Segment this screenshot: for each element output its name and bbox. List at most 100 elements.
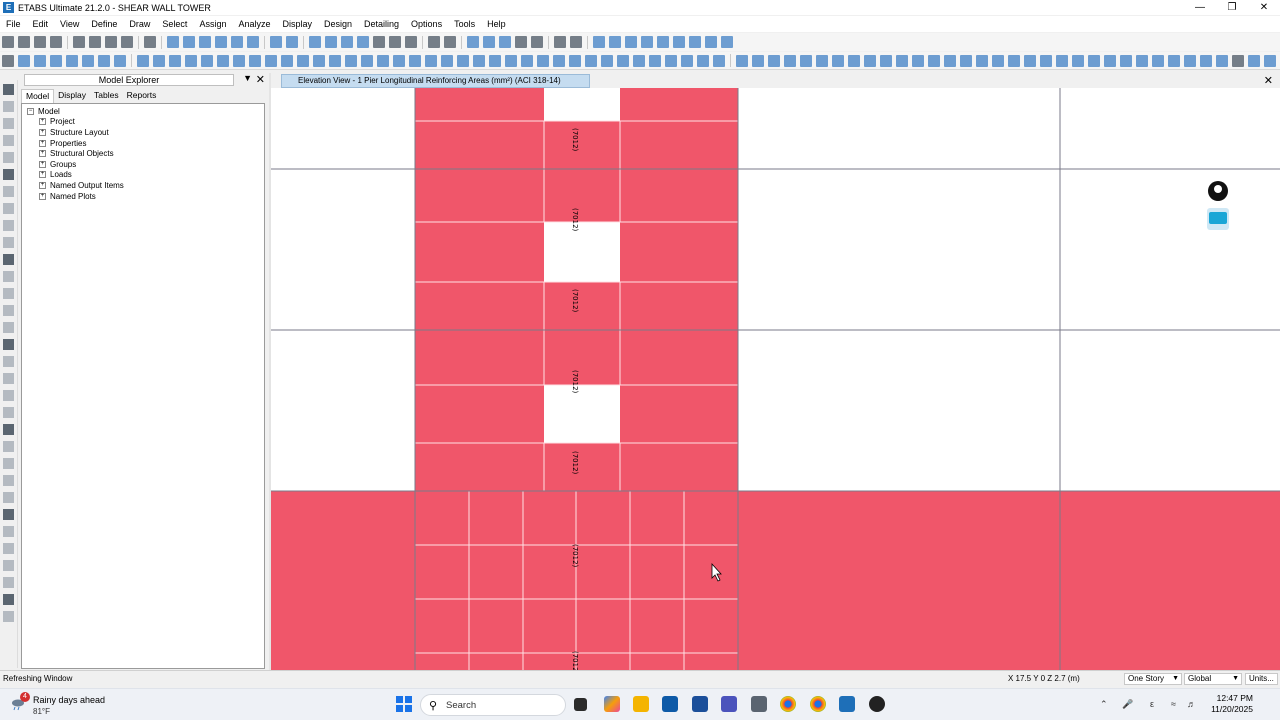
toolbar-tool-icon[interactable] xyxy=(601,54,613,67)
expand-icon[interactable]: + xyxy=(39,171,46,179)
taskbar-search[interactable]: ⚲ Search xyxy=(420,694,566,716)
draw-tool-icon[interactable] xyxy=(3,475,14,486)
toolbar-tool-icon[interactable] xyxy=(18,36,30,48)
toolbar-tool-icon[interactable] xyxy=(297,54,309,67)
toolbar-tool-icon[interactable] xyxy=(593,36,605,48)
draw-tool-icon[interactable] xyxy=(3,492,14,503)
units-button[interactable]: Units... xyxy=(1245,673,1278,685)
toolbar-tool-icon[interactable] xyxy=(736,54,748,67)
menu-tools[interactable]: Tools xyxy=(448,19,481,29)
draw-tool-icon[interactable] xyxy=(3,135,14,146)
toolbar-tool-icon[interactable] xyxy=(217,54,229,67)
story-dropdown[interactable]: One Story ▼ xyxy=(1124,673,1182,685)
toolbar-tool-icon[interactable] xyxy=(1216,54,1228,67)
toolbar-tool-icon[interactable] xyxy=(1184,54,1196,67)
toolbar-tool-icon[interactable] xyxy=(441,54,453,67)
toolbar-tool-icon[interactable] xyxy=(313,54,325,67)
toolbar-tool-icon[interactable] xyxy=(570,36,582,48)
elevation-view-tab[interactable]: Elevation View - 1 Pier Longitudinal Rei… xyxy=(281,74,590,88)
toolbar-tool-icon[interactable] xyxy=(144,36,156,48)
draw-tool-icon[interactable] xyxy=(3,458,14,469)
toolbar-tool-icon[interactable] xyxy=(649,54,661,67)
teams-icon[interactable] xyxy=(721,696,737,712)
menu-file[interactable]: File xyxy=(0,19,27,29)
restore-button[interactable]: ❐ xyxy=(1216,0,1248,15)
chevron-up-icon[interactable]: ⌃ xyxy=(1100,699,1108,710)
toolbar-tool-icon[interactable] xyxy=(233,54,245,67)
tab-tables[interactable]: Tables xyxy=(90,89,123,103)
toolbar-tool-icon[interactable] xyxy=(444,36,456,48)
menu-display[interactable]: Display xyxy=(276,19,318,29)
toolbar-tool-icon[interactable] xyxy=(800,54,812,67)
toolbar-tool-icon[interactable] xyxy=(1008,54,1020,67)
tree-item-properties[interactable]: + Properties xyxy=(22,138,264,149)
toolbar-tool-icon[interactable] xyxy=(183,36,195,48)
draw-tool-icon[interactable] xyxy=(3,220,14,231)
wifi-icon[interactable]: ≈ xyxy=(1171,699,1176,709)
toolbar-tool-icon[interactable] xyxy=(345,54,357,67)
menu-options[interactable]: Options xyxy=(405,19,448,29)
toolbar-tool-icon[interactable] xyxy=(499,36,511,48)
toolbar-tool-icon[interactable] xyxy=(73,36,85,48)
draw-tool-icon[interactable] xyxy=(3,118,14,129)
snipping-tool-icon[interactable] xyxy=(692,696,708,712)
toolbar-tool-icon[interactable] xyxy=(554,36,566,48)
task-view-icon[interactable] xyxy=(574,698,587,711)
toolbar-tool-icon[interactable] xyxy=(425,54,437,67)
toolbar-tool-icon[interactable] xyxy=(1200,54,1212,67)
toolbar-tool-icon[interactable] xyxy=(992,54,1004,67)
toolbar-tool-icon[interactable] xyxy=(393,54,405,67)
toolbar-tool-icon[interactable] xyxy=(768,54,780,67)
menu-draw[interactable]: Draw xyxy=(123,19,156,29)
toolbar-tool-icon[interactable] xyxy=(98,54,110,67)
toolbar-tool-icon[interactable] xyxy=(553,54,565,67)
tree-item-groups[interactable]: + Groups xyxy=(22,159,264,170)
toolbar-tool-icon[interactable] xyxy=(1248,54,1260,67)
close-view-icon[interactable]: ✕ xyxy=(1264,74,1273,87)
toolbar-tool-icon[interactable] xyxy=(405,36,417,48)
draw-tool-icon[interactable] xyxy=(3,322,14,333)
toolbar-tool-icon[interactable] xyxy=(377,54,389,67)
draw-tool-icon[interactable] xyxy=(3,288,14,299)
expand-icon[interactable]: + xyxy=(39,150,46,158)
toolbar-tool-icon[interactable] xyxy=(66,54,78,67)
toolbar-tool-icon[interactable] xyxy=(657,36,669,48)
toolbar-tool-icon[interactable] xyxy=(247,36,259,48)
tab-display[interactable]: Display xyxy=(54,89,90,103)
expand-icon[interactable]: + xyxy=(39,139,46,147)
toolbar-tool-icon[interactable] xyxy=(1024,54,1036,67)
toolbar-tool-icon[interactable] xyxy=(473,54,485,67)
file-explorer-icon[interactable] xyxy=(633,696,649,712)
toolbar-tool-icon[interactable] xyxy=(928,54,940,67)
menu-edit[interactable]: Edit xyxy=(27,19,55,29)
chrome-icon[interactable] xyxy=(780,696,796,712)
toolbar-tool-icon[interactable] xyxy=(169,54,181,67)
toolbar-tool-icon[interactable] xyxy=(167,36,179,48)
toolbar-tool-icon[interactable] xyxy=(2,36,14,48)
draw-tool-icon[interactable] xyxy=(3,84,14,95)
toolbar-tool-icon[interactable] xyxy=(153,54,165,67)
toolbar-tool-icon[interactable] xyxy=(199,36,211,48)
volume-icon[interactable]: ♬ xyxy=(1187,699,1196,709)
toolbar-tool-icon[interactable] xyxy=(409,54,421,67)
toolbar-tool-icon[interactable] xyxy=(689,36,701,48)
draw-tool-icon[interactable] xyxy=(3,611,14,622)
menu-select[interactable]: Select xyxy=(156,19,193,29)
tree-item-named-plots[interactable]: + Named Plots xyxy=(22,191,264,202)
toolbar-tool-icon[interactable] xyxy=(483,36,495,48)
tree-item-structure-layout[interactable]: + Structure Layout xyxy=(22,127,264,138)
chrome-profile-icon[interactable] xyxy=(810,696,826,712)
toolbar-tool-icon[interactable] xyxy=(428,36,440,48)
toolbar-tool-icon[interactable] xyxy=(114,54,126,67)
toolbar-tool-icon[interactable] xyxy=(325,36,337,48)
toolbar-tool-icon[interactable] xyxy=(569,54,581,67)
menu-assign[interactable]: Assign xyxy=(193,19,232,29)
draw-tool-icon[interactable] xyxy=(3,101,14,112)
menu-design[interactable]: Design xyxy=(318,19,358,29)
toolbar-tool-icon[interactable] xyxy=(896,54,908,67)
toolbar-tool-icon[interactable] xyxy=(705,36,717,48)
menu-help[interactable]: Help xyxy=(481,19,512,29)
toolbar-tool-icon[interactable] xyxy=(185,54,197,67)
toolbar-tool-icon[interactable] xyxy=(286,36,298,48)
toolbar-tool-icon[interactable] xyxy=(1072,54,1084,67)
